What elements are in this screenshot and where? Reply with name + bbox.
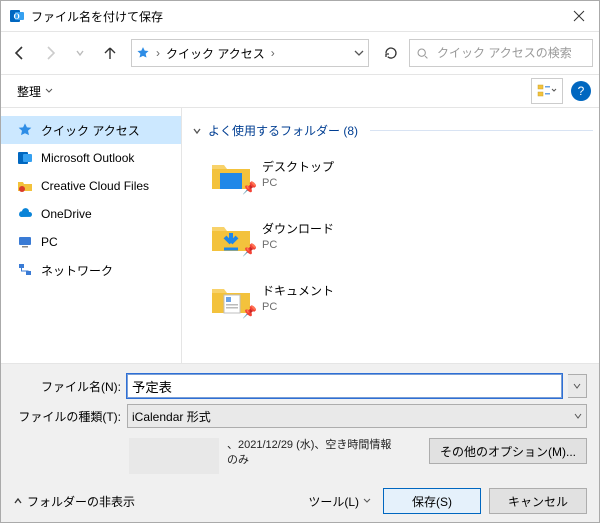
address-bar[interactable]: › クイック アクセス ›: [131, 39, 369, 67]
cloud-icon: [17, 206, 33, 222]
content-pane[interactable]: よく使用するフォルダー (8) 📌 デスクトップ PC 📌: [182, 108, 599, 363]
breadcrumb-location: クイック アクセス: [166, 45, 265, 62]
search-icon: [416, 47, 429, 60]
body: クイック アクセス Microsoft Outlook Creative Clo…: [1, 108, 599, 363]
close-button[interactable]: [559, 1, 599, 31]
cancel-button[interactable]: キャンセル: [489, 488, 587, 514]
sidebar-item-network[interactable]: ネットワーク: [1, 256, 181, 284]
sidebar: クイック アクセス Microsoft Outlook Creative Clo…: [1, 108, 182, 363]
outlook-icon: O: [9, 8, 25, 24]
folder-icon: [17, 178, 33, 194]
up-button[interactable]: [97, 40, 123, 66]
outlook-icon: [17, 150, 33, 166]
quick-access-icon: [136, 46, 150, 60]
pin-icon: 📌: [242, 243, 257, 257]
filename-dropdown[interactable]: [568, 374, 587, 398]
hide-folders-button[interactable]: フォルダーの非表示: [13, 493, 135, 510]
filetype-row: ファイルの種類(T): iCalendar 形式: [13, 404, 587, 428]
group-title: よく使用するフォルダー (8): [208, 122, 358, 139]
sidebar-item-label: OneDrive: [41, 207, 92, 221]
search-box[interactable]: [409, 39, 593, 67]
address-dropdown[interactable]: [354, 48, 364, 58]
folder-item-desktop[interactable]: 📌 デスクトップ PC: [188, 151, 593, 199]
item-sub: PC: [262, 176, 334, 190]
filetype-value: iCalendar 形式: [132, 408, 211, 425]
desktop-folder-icon: 📌: [210, 157, 252, 193]
dialog-title: ファイル名を付けて保存: [31, 8, 559, 25]
recent-dropdown[interactable]: [67, 40, 93, 66]
bottom-panel: ファイル名(N): ファイルの種類(T): iCalendar 形式 、2021…: [1, 363, 599, 522]
organize-menu[interactable]: 整理: [9, 80, 61, 103]
preview-thumbnail: [129, 438, 219, 474]
sidebar-item-label: ネットワーク: [41, 262, 113, 279]
preview-text: 、2021/12/29 (水)、空き時間情報のみ: [227, 438, 397, 469]
sidebar-item-quick-access[interactable]: クイック アクセス: [1, 116, 181, 144]
pc-icon: [17, 234, 33, 250]
filename-input[interactable]: [127, 374, 562, 398]
item-name: デスクトップ: [262, 160, 334, 176]
save-button[interactable]: 保存(S): [383, 488, 481, 514]
sidebar-item-creative-cloud[interactable]: Creative Cloud Files: [1, 172, 181, 200]
chevron-right-icon: ›: [269, 46, 277, 60]
sidebar-item-outlook[interactable]: Microsoft Outlook: [1, 144, 181, 172]
forward-button[interactable]: [37, 40, 63, 66]
footer: フォルダーの非表示 ツール(L) 保存(S) キャンセル: [13, 488, 587, 514]
nav-row: › クイック アクセス ›: [1, 32, 599, 74]
documents-folder-icon: 📌: [210, 281, 252, 317]
sidebar-item-label: PC: [41, 235, 58, 249]
svg-text:O: O: [14, 12, 20, 21]
tools-menu[interactable]: ツール(L): [304, 491, 375, 512]
search-input[interactable]: [435, 45, 594, 61]
network-icon: [17, 262, 33, 278]
back-button[interactable]: [7, 40, 33, 66]
filename-row: ファイル名(N):: [13, 374, 587, 398]
filetype-label: ファイルの種類(T):: [13, 408, 121, 425]
item-sub: PC: [262, 238, 334, 252]
filetype-select[interactable]: iCalendar 形式: [127, 404, 587, 428]
item-sub: PC: [262, 300, 334, 314]
save-as-dialog: O ファイル名を付けて保存 › クイック アクセス ›: [0, 0, 600, 523]
pin-icon: 📌: [242, 181, 257, 195]
view-options-button[interactable]: [531, 78, 563, 104]
filename-label: ファイル名(N):: [13, 378, 121, 395]
titlebar: O ファイル名を付けて保存: [1, 1, 599, 32]
folder-item-documents[interactable]: 📌 ドキュメント PC: [188, 275, 593, 323]
chevron-right-icon: ›: [154, 46, 162, 60]
more-options-button[interactable]: その他のオプション(M)...: [429, 438, 587, 464]
help-button[interactable]: ?: [571, 81, 591, 101]
sidebar-item-pc[interactable]: PC: [1, 228, 181, 256]
item-name: ダウンロード: [262, 222, 334, 238]
downloads-folder-icon: 📌: [210, 219, 252, 255]
sidebar-item-onedrive[interactable]: OneDrive: [1, 200, 181, 228]
group-header[interactable]: よく使用するフォルダー (8): [192, 122, 593, 139]
refresh-button[interactable]: [377, 40, 405, 66]
chevron-down-icon: [192, 126, 202, 136]
toolbar: 整理 ?: [1, 74, 599, 108]
options-row: 、2021/12/29 (水)、空き時間情報のみ その他のオプション(M)...: [13, 438, 587, 474]
star-icon: [17, 122, 33, 138]
folder-item-downloads[interactable]: 📌 ダウンロード PC: [188, 213, 593, 261]
sidebar-item-label: Microsoft Outlook: [41, 151, 134, 165]
organize-label: 整理: [17, 83, 41, 100]
sidebar-item-label: Creative Cloud Files: [41, 179, 149, 193]
sidebar-item-label: クイック アクセス: [41, 122, 140, 139]
pin-icon: 📌: [242, 305, 257, 319]
item-name: ドキュメント: [262, 284, 334, 300]
